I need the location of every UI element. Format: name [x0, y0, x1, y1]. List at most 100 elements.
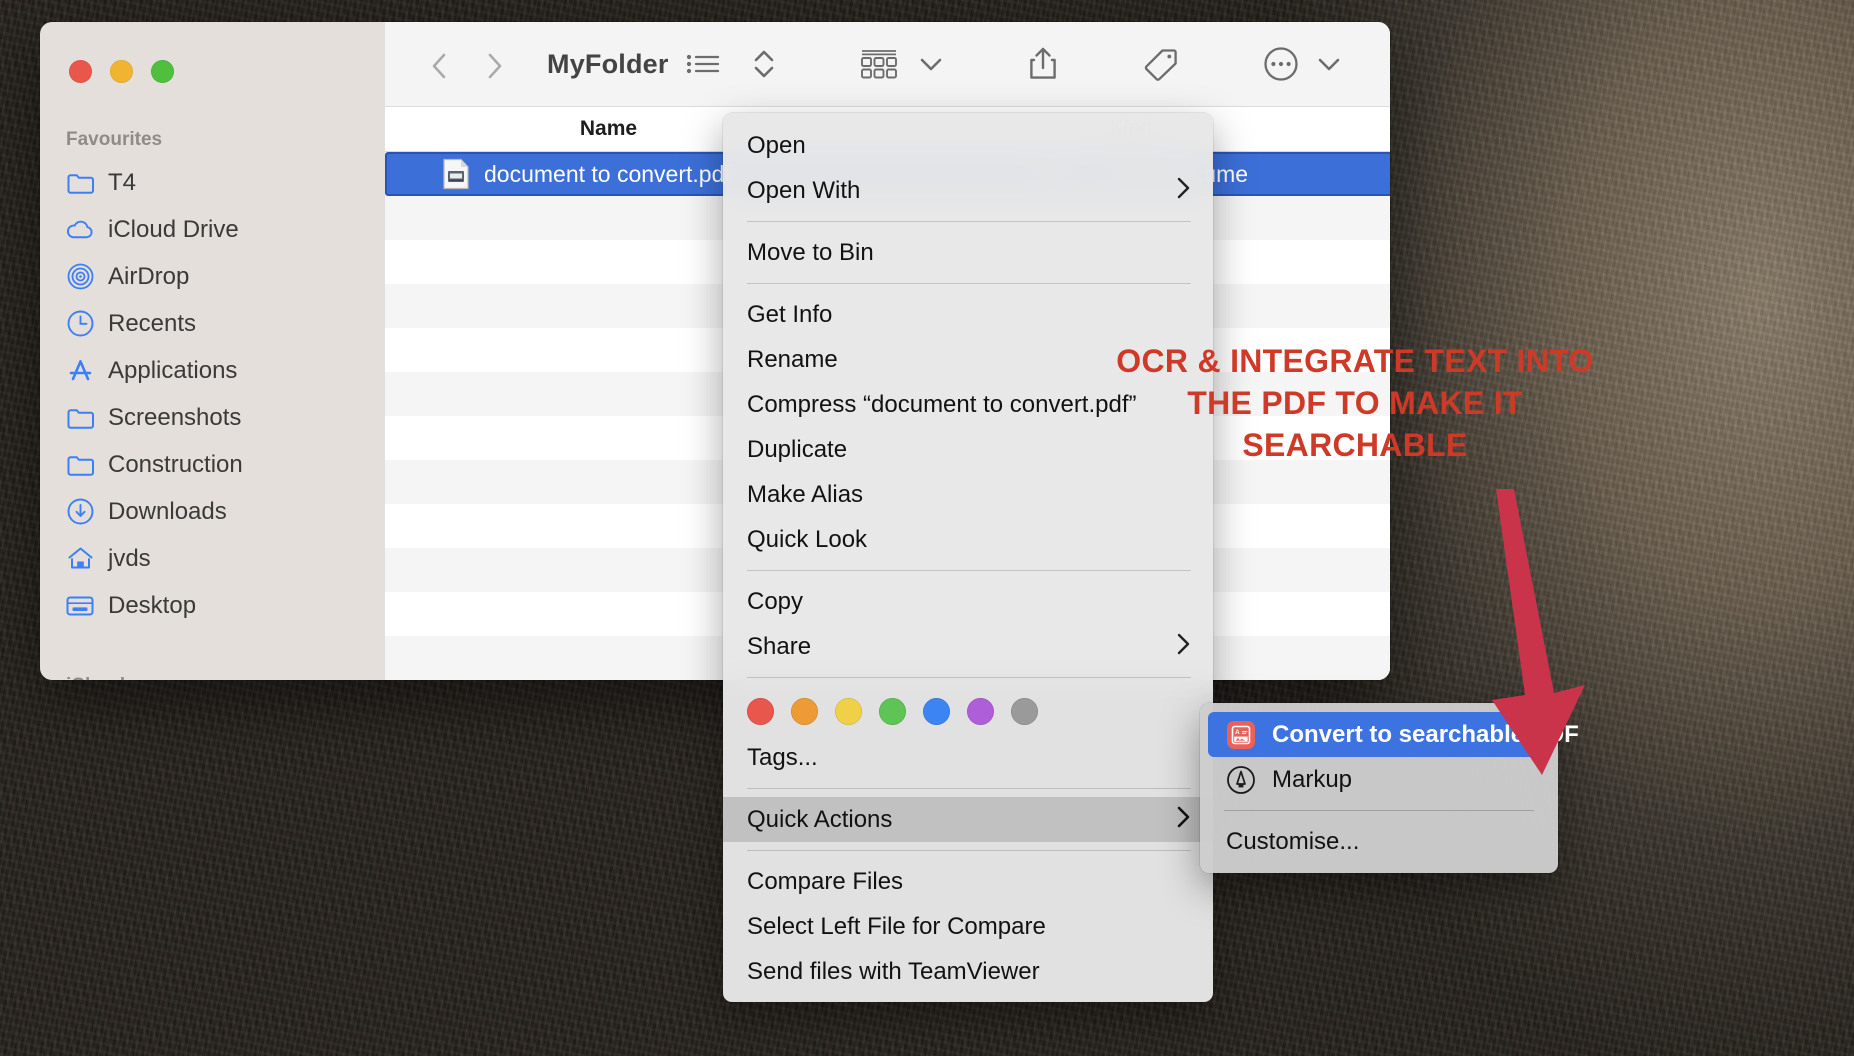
menu-item-label: Quick Actions	[747, 805, 893, 833]
sidebar-item-label: jvds	[108, 544, 151, 572]
applications-icon	[66, 357, 94, 385]
menu-item-label: Share	[747, 632, 812, 660]
sidebar-item-downloads[interactable]: Downloads	[40, 488, 385, 535]
ocr-app-icon: A	[1226, 720, 1256, 750]
sidebar-item-recents[interactable]: Recents	[40, 300, 385, 347]
sidebar-item-jvds[interactable]: jvds	[40, 535, 385, 582]
menu-item-move-to-bin[interactable]: Move to Bin	[723, 230, 1213, 275]
menu-item-compare-files[interactable]: Compare Files	[723, 859, 1213, 904]
submenu-item-convert-to-searchable-pdf[interactable]: A Convert to searchable PDF	[1208, 712, 1579, 757]
menu-separator	[747, 570, 1191, 571]
sidebar-item-label: iCloud Drive	[108, 215, 239, 243]
toolbar-actions	[669, 38, 1390, 90]
menu-item-label: Select Left File for Compare	[747, 912, 1046, 940]
menu-item-rename[interactable]: Rename	[723, 337, 1213, 382]
sidebar-item-airdrop[interactable]: AirDrop	[40, 253, 385, 300]
navigation-buttons	[427, 51, 507, 79]
chevron-left-icon[interactable]	[427, 51, 453, 79]
cloud-icon	[66, 216, 94, 244]
tag-color-orange[interactable]	[791, 698, 818, 725]
menu-item-select-left-file[interactable]: Select Left File for Compare	[723, 904, 1213, 949]
submenu-item-customise[interactable]: Customise...	[1208, 819, 1550, 864]
chevron-right-icon	[1175, 632, 1191, 662]
menu-item-label: Duplicate	[747, 435, 848, 463]
group-by-icon[interactable]	[843, 38, 915, 90]
chevron-right-icon[interactable]	[481, 51, 507, 79]
tag-color-yellow[interactable]	[835, 698, 862, 725]
tag-color-purple[interactable]	[967, 698, 994, 725]
sidebar-item-t4[interactable]: T4	[40, 159, 385, 206]
submenu-item-label: Customise...	[1226, 827, 1360, 855]
menu-item-duplicate[interactable]: Duplicate	[723, 427, 1213, 472]
menu-item-open[interactable]: Open	[723, 123, 1213, 168]
close-button[interactable]	[69, 60, 92, 83]
tag-color-red[interactable]	[747, 698, 774, 725]
sidebar-item-applications[interactable]: Applications	[40, 347, 385, 394]
sidebar-item-label: Recents	[108, 309, 197, 337]
tag-color-green[interactable]	[879, 698, 906, 725]
tag-color-blue[interactable]	[923, 698, 950, 725]
menu-item-label: Copy	[747, 587, 804, 615]
markup-icon	[1226, 765, 1256, 795]
submenu-item-markup[interactable]: Markup	[1208, 757, 1550, 802]
menu-item-copy[interactable]: Copy	[723, 579, 1213, 624]
chevron-down-icon[interactable]	[1315, 38, 1357, 90]
menu-item-tags[interactable]: Tags...	[723, 735, 1213, 780]
menu-item-share[interactable]: Share	[723, 624, 1213, 669]
submenu-item-label: Markup	[1272, 765, 1353, 793]
desktop-icon	[66, 592, 94, 620]
sidebar: Favourites T4 iCloud Drive AirDrop Recen…	[40, 22, 385, 680]
sidebar-item-icloud-drive[interactable]: iCloud Drive	[40, 206, 385, 253]
maximise-button[interactable]	[151, 60, 174, 83]
airdrop-icon	[66, 263, 94, 291]
menu-item-label: Rename	[747, 345, 838, 373]
svg-text:A: A	[1235, 729, 1240, 736]
menu-item-label: Open With	[747, 176, 861, 204]
menu-item-send-teamviewer[interactable]: Send files with TeamViewer	[723, 949, 1213, 994]
menu-item-label: Send files with TeamViewer	[747, 957, 1040, 985]
submenu-separator	[1224, 810, 1534, 811]
toolbar: MyFolder	[385, 22, 1390, 108]
share-icon[interactable]	[1011, 38, 1075, 90]
sidebar-section-icloud: iCloud	[40, 675, 385, 680]
menu-separator	[747, 283, 1191, 284]
sidebar-item-construction[interactable]: Construction	[40, 441, 385, 488]
sort-chevrons-icon[interactable]	[737, 38, 791, 90]
minimise-button[interactable]	[110, 60, 133, 83]
downloads-icon	[66, 498, 94, 526]
menu-separator	[747, 788, 1191, 789]
chevron-right-icon	[1175, 176, 1191, 206]
sidebar-item-label: Construction	[108, 450, 243, 478]
menu-item-quick-actions[interactable]: Quick Actions	[723, 797, 1213, 842]
context-menu: Open Open With Move to Bin Get Info Rena…	[723, 113, 1213, 1002]
folder-icon	[66, 404, 94, 432]
quick-actions-submenu: A Convert to searchable PDF Markup Custo…	[1200, 703, 1579, 873]
menu-item-label: Quick Look	[747, 525, 868, 553]
menu-separator	[747, 677, 1191, 678]
menu-item-label: Get Info	[747, 300, 833, 328]
sidebar-item-desktop[interactable]: Desktop	[40, 582, 385, 629]
file-name-label: document to convert.pdf	[484, 160, 731, 187]
menu-item-label: Compress “document to convert.pdf”	[747, 390, 1137, 418]
menu-item-label: Open	[747, 131, 806, 159]
tag-color-grey[interactable]	[1011, 698, 1038, 725]
list-view-icon[interactable]	[669, 38, 737, 90]
tag-icon[interactable]	[1127, 38, 1195, 90]
menu-item-get-info[interactable]: Get Info	[723, 292, 1213, 337]
menu-item-label: Make Alias	[747, 480, 864, 508]
window-controls	[40, 22, 385, 83]
menu-item-label: Compare Files	[747, 867, 904, 895]
pdf-file-icon	[442, 158, 470, 190]
tag-color-row	[723, 686, 1213, 735]
sidebar-item-label: Applications	[108, 356, 238, 384]
ellipsis-circle-icon[interactable]	[1247, 38, 1315, 90]
folder-icon	[66, 451, 94, 479]
menu-item-open-with[interactable]: Open With	[723, 168, 1213, 213]
menu-item-compress[interactable]: Compress “document to convert.pdf”	[723, 382, 1213, 427]
menu-item-make-alias[interactable]: Make Alias	[723, 472, 1213, 517]
chevron-down-icon[interactable]	[915, 38, 959, 90]
sidebar-item-label: Screenshots	[108, 403, 242, 431]
menu-item-quick-look[interactable]: Quick Look	[723, 517, 1213, 562]
menu-separator	[747, 850, 1191, 851]
sidebar-item-screenshots[interactable]: Screenshots	[40, 394, 385, 441]
